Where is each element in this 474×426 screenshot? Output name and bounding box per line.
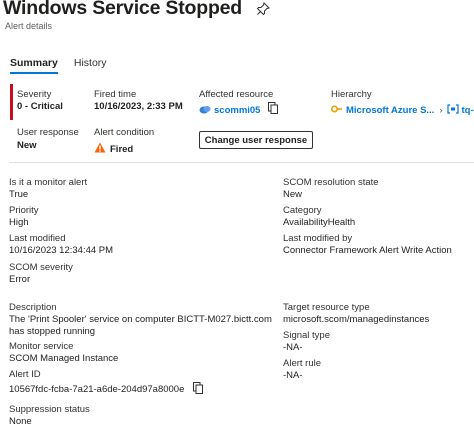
user-response-value: New (17, 140, 37, 151)
suppression-prop: Suppression status None (9, 404, 90, 426)
key-icon (330, 101, 342, 119)
affected-resource-label: Affected resource (199, 89, 274, 100)
affected-resource-cell: Affected resource scommi05 (199, 89, 279, 119)
resource-group-icon (446, 101, 459, 119)
resolution-state-label: SCOM resolution state (283, 177, 379, 188)
priority-value: High (9, 217, 29, 228)
scom-severity-prop: SCOM severity Error (9, 262, 73, 286)
monitor-service-label: Monitor service (9, 341, 74, 352)
last-modified-label: Last modified (9, 233, 66, 244)
severity-cell: Severity 0 - Critical (17, 89, 63, 112)
target-resource-type-label: Target resource type (283, 302, 370, 313)
last-modified-by-prop: Last modified by Connector Framework Ale… (283, 233, 452, 257)
copy-icon[interactable] (268, 101, 279, 119)
chevron-right-icon: › (439, 104, 443, 116)
title-row: Windows Service Stopped (3, 0, 271, 20)
suppression-value: None (9, 416, 32, 426)
signal-type-prop: Signal type -NA- (283, 330, 330, 354)
target-resource-type-value: microsoft.scom/managedinstances (283, 314, 430, 325)
category-prop: Category AvailabilityHealth (283, 205, 355, 229)
target-resource-type-prop: Target resource type microsoft.scom/mana… (283, 302, 429, 326)
description-label: Description (9, 302, 57, 313)
copy-icon[interactable] (193, 381, 204, 399)
priority-label: Priority (9, 205, 39, 216)
alert-id-value: 10567fdc-fcba-7a21-a6de-204d97a8000e (9, 384, 185, 395)
monitor-alert-label: Is it a monitor alert (9, 177, 88, 188)
alert-id-label: Alert ID (9, 369, 41, 380)
category-label: Category (283, 205, 322, 216)
hierarchy-cell: Hierarchy Microsoft Azure S... › tq-p (330, 89, 474, 119)
last-modified-by-value: Connector Framework Alert Write Action (283, 245, 452, 256)
pin-icon[interactable] (256, 1, 271, 16)
hierarchy-subscription-link[interactable]: Microsoft Azure S... (346, 105, 434, 116)
user-response-label: User response (17, 127, 79, 138)
page-subtitle: Alert details (5, 21, 53, 31)
monitor-service-prop: Monitor service SCOM Managed Instance (9, 341, 118, 365)
resolution-state-value: New (283, 189, 303, 200)
fired-time-value: 10/16/2023, 2:33 PM (94, 101, 183, 112)
priority-prop: Priority High (9, 205, 39, 229)
last-modified-by-label: Last modified by (283, 233, 353, 244)
suppression-label: Suppression status (9, 404, 90, 415)
alert-rule-label: Alert rule (283, 358, 322, 369)
severity-value: 0 - Critical (17, 101, 63, 112)
affected-resource-link[interactable]: scommi05 (214, 105, 260, 116)
description-prop: Description The 'Print Spooler' service … (9, 302, 277, 338)
description-value: The 'Print Spooler' service on computer … (9, 314, 272, 337)
tab-bar: Summary History (10, 57, 123, 74)
alert-rule-prop: Alert rule -NA- (283, 358, 321, 382)
server-icon (199, 101, 211, 119)
page-title: Windows Service Stopped (3, 0, 243, 19)
user-response-cell: User response New (17, 127, 79, 151)
severity-label: Severity (17, 89, 52, 100)
fired-time-cell: Fired time 10/16/2023, 2:33 PM (94, 89, 183, 112)
alert-condition-value: Fired (110, 143, 134, 155)
resolution-state-prop: SCOM resolution state New (283, 177, 379, 201)
monitor-alert-value: True (9, 189, 29, 200)
tab-summary[interactable]: Summary (10, 57, 58, 74)
scom-severity-label: SCOM severity (9, 262, 73, 273)
tab-history[interactable]: History (74, 57, 107, 74)
signal-type-label: Signal type (283, 330, 331, 341)
scom-severity-value: Error (9, 274, 31, 285)
warning-icon (94, 140, 106, 158)
severity-indicator-bar (10, 84, 13, 120)
signal-type-value: -NA- (283, 342, 303, 353)
category-value: AvailabilityHealth (283, 217, 356, 228)
monitor-alert-prop: Is it a monitor alert True (9, 177, 87, 201)
hierarchy-resource-group-link[interactable]: tq-p (462, 105, 474, 116)
last-modified-value: 10/16/2023 12:34:44 PM (9, 245, 114, 256)
hierarchy-label: Hierarchy (331, 89, 372, 100)
monitor-service-value: SCOM Managed Instance (9, 353, 119, 364)
alert-rule-value: -NA- (283, 370, 303, 381)
last-modified-prop: Last modified 10/16/2023 12:34:44 PM (9, 233, 113, 257)
alert-condition-cell: Alert condition Fired (94, 127, 154, 158)
fired-time-label: Fired time (94, 89, 137, 100)
change-user-response-button[interactable]: Change user response (199, 131, 313, 149)
alert-id-prop: Alert ID 10567fdc-fcba-7a21-a6de-204d97a… (9, 369, 204, 399)
alert-condition-label: Alert condition (94, 127, 155, 138)
divider (9, 162, 474, 163)
